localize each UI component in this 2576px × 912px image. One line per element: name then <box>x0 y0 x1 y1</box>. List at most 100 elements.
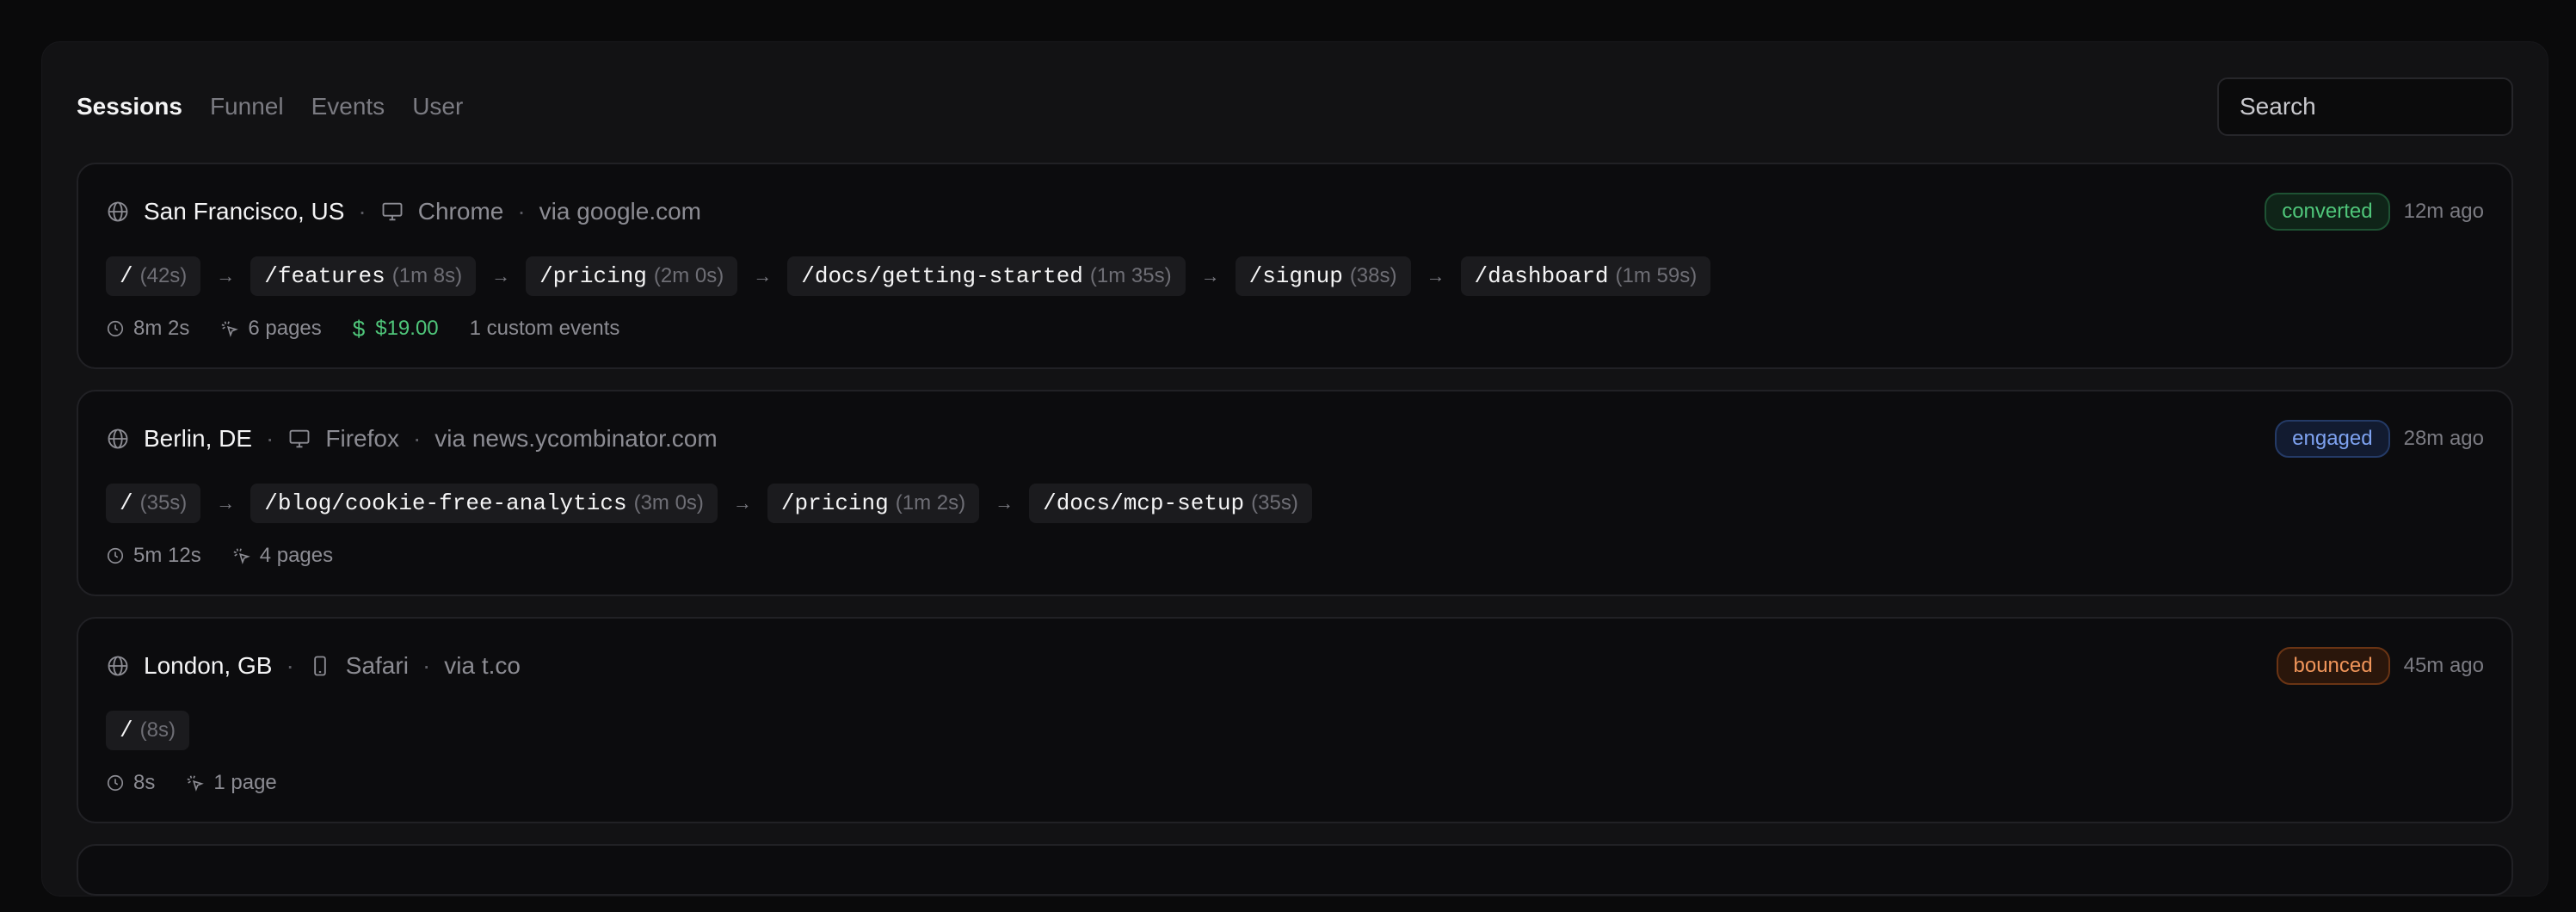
path-step[interactable]: /features (1m 8s) <box>250 256 477 296</box>
path-duration: (1m 59s) <box>1615 264 1698 287</box>
session-time-ago: 28m ago <box>2403 427 2484 450</box>
path-duration: (1m 8s) <box>391 264 463 287</box>
path-step[interactable]: /pricing (2m 0s) <box>526 256 738 296</box>
session-referrer: via news.ycombinator.com <box>434 425 718 452</box>
search-input[interactable] <box>2217 77 2513 136</box>
session-duration: 5m 12s <box>106 544 201 568</box>
session-status-group: engaged 28m ago <box>2275 420 2484 458</box>
mobile-icon <box>308 654 332 678</box>
arrow-right-icon: → <box>732 492 752 514</box>
path-url: /signup <box>1248 263 1343 289</box>
session-revenue-value: $19.00 <box>375 317 439 340</box>
session-pages: 4 pages <box>232 544 333 568</box>
path-step[interactable]: /dashboard (1m 59s) <box>1460 256 1711 296</box>
session-time-ago: 12m ago <box>2403 200 2484 223</box>
path-step[interactable]: /pricing (1m 2s) <box>767 484 980 523</box>
session-card[interactable]: London, GB · Safari · via t.co bounced 45m ago… <box>77 617 2513 823</box>
session-pages-value: 4 pages <box>259 544 334 567</box>
arrow-right-icon: → <box>491 265 511 287</box>
session-duration: 8s <box>106 771 155 795</box>
arrow-right-icon: → <box>995 492 1014 514</box>
path-url: / <box>120 718 133 743</box>
separator-dot: · <box>412 425 422 452</box>
path-duration: (1m 35s) <box>1089 264 1172 287</box>
path-url: /docs/mcp-setup <box>1043 490 1245 516</box>
session-header: London, GB · Safari · via t.co bounced 45m ago <box>106 619 2484 710</box>
separator-dot: · <box>517 198 526 225</box>
session-location: Berlin, DE <box>144 425 253 452</box>
arrow-right-icon: → <box>216 492 236 514</box>
session-meta: 8m 2s 6 pages $ $19.00 1 custom events <box>106 297 2484 360</box>
session-pages-value: 1 page <box>213 771 277 794</box>
page-path: / (42s) → /features (1m 8s) → /pricing (2m 0s) →… <box>106 256 2484 297</box>
path-url: / <box>120 490 133 516</box>
session-browser: Safari <box>345 652 409 679</box>
path-url: /pricing <box>539 263 647 289</box>
tab-user[interactable]: User <box>412 93 463 120</box>
tab-funnel[interactable]: Funnel <box>210 93 284 120</box>
session-custom-events: 1 custom events <box>469 317 620 340</box>
path-url: /blog/cookie-free-analytics <box>264 490 627 516</box>
path-step[interactable]: / (42s) <box>106 256 201 296</box>
sessions-panel: Sessions Funnel Events User San Francisc… <box>41 41 2548 897</box>
session-card[interactable] <box>77 844 2513 896</box>
tab-sessions[interactable]: Sessions <box>77 93 182 120</box>
session-card[interactable]: San Francisco, US · Chrome · via google.com c… <box>77 163 2513 369</box>
path-step[interactable]: /blog/cookie-free-analytics (3m 0s) <box>250 484 718 523</box>
status-badge: bounced <box>2276 647 2390 685</box>
path-url: / <box>120 263 133 289</box>
status-badge: converted <box>2265 193 2390 231</box>
session-status-group: bounced 45m ago <box>2276 647 2484 685</box>
session-revenue: $ $19.00 <box>353 316 439 342</box>
page-path: / (8s) <box>106 710 2484 751</box>
separator-dot: · <box>422 652 431 679</box>
session-duration-value: 8m 2s <box>133 317 190 340</box>
path-duration: (42s) <box>139 264 188 287</box>
session-duration-value: 5m 12s <box>133 544 201 567</box>
session-pages-value: 6 pages <box>248 317 322 340</box>
session-status-group: converted 12m ago <box>2265 193 2484 231</box>
tab-events[interactable]: Events <box>311 93 385 120</box>
session-duration: 8m 2s <box>106 317 189 341</box>
session-location: San Francisco, US <box>144 198 345 225</box>
path-url: /dashboard <box>1474 263 1609 289</box>
arrow-right-icon: → <box>1200 265 1220 287</box>
dollar-icon: $ <box>352 315 366 342</box>
globe-icon <box>106 427 130 451</box>
session-pages: 1 page <box>186 771 277 795</box>
path-url: /pricing <box>780 490 889 516</box>
status-badge: engaged <box>2275 420 2390 458</box>
path-step[interactable]: /signup (38s) <box>1235 256 1411 296</box>
path-url: /features <box>264 263 385 289</box>
path-step[interactable]: /docs/mcp-setup (35s) <box>1029 484 1312 523</box>
globe-icon <box>106 654 130 678</box>
path-duration: (8s) <box>139 718 176 742</box>
topbar: Sessions Funnel Events User <box>77 77 2513 137</box>
session-location: London, GB <box>144 652 273 679</box>
session-pages: 6 pages <box>220 317 322 341</box>
path-duration: (38s) <box>1349 264 1397 287</box>
session-meta: 5m 12s 4 pages <box>106 524 2484 588</box>
path-step[interactable]: /docs/getting-started (1m 35s) <box>787 256 1186 296</box>
arrow-right-icon: → <box>216 265 236 287</box>
path-step[interactable]: / (35s) <box>106 484 201 523</box>
path-step[interactable]: / (8s) <box>106 711 189 750</box>
globe-icon <box>106 200 130 224</box>
path-duration: (1m 2s) <box>895 491 966 515</box>
path-duration: (35s) <box>1251 491 1298 515</box>
session-meta: 8s 1 page <box>106 751 2484 815</box>
path-duration: (35s) <box>139 491 188 515</box>
separator-dot: · <box>286 652 294 679</box>
session-header: San Francisco, US · Chrome · via google.com c… <box>106 164 2484 256</box>
session-duration-value: 8s <box>133 771 156 794</box>
page-path: / (35s) →/blog/cookie-free-analytics (3m 0s… <box>106 483 2484 524</box>
path-url: /docs/getting-started <box>801 263 1083 289</box>
arrow-right-icon: → <box>753 265 773 287</box>
path-duration: (3m 0s) <box>633 491 704 515</box>
session-referrer: via google.com <box>539 198 702 225</box>
session-card[interactable]: Berlin, DE · Firefox · via news.ycombinator.… <box>77 390 2513 596</box>
desktop-icon <box>380 200 404 224</box>
desktop-icon <box>287 427 311 451</box>
separator-dot: · <box>266 425 274 452</box>
session-header: Berlin, DE · Firefox · via news.ycombinator.… <box>106 391 2484 483</box>
